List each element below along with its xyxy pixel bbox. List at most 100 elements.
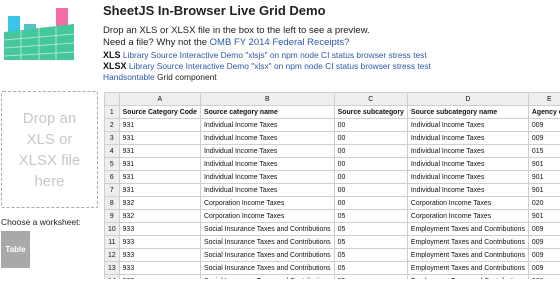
row-header[interactable]: 5	[104, 157, 120, 171]
grid-cell[interactable]: 015	[528, 144, 560, 158]
grid-cell[interactable]: Individual Income Taxes	[200, 118, 335, 132]
column-header-a[interactable]: A	[119, 92, 201, 106]
grid-cell[interactable]: Employment Taxes and Contributions	[407, 235, 529, 249]
grid-cell[interactable]: Social Insurance Taxes and Contributions	[200, 248, 335, 262]
grid-cell[interactable]: 901	[528, 157, 560, 171]
grid-cell[interactable]: 931	[119, 144, 201, 158]
row-header[interactable]: 10	[104, 222, 120, 236]
column-header-b[interactable]: B	[200, 92, 335, 106]
file-drop-zone[interactable]: Drop an XLS or XLSX file here	[1, 91, 98, 208]
row-header[interactable]: 2	[104, 118, 120, 132]
grid-cell[interactable]: Corporation Income Taxes	[407, 196, 529, 210]
row-header[interactable]: 3	[104, 131, 120, 145]
sample-file-link[interactable]: OMB FY 2014 Federal Receipts?	[210, 37, 350, 48]
table-row: 10 933 Social Insurance Taxes and Contribu…	[104, 222, 560, 236]
row-header[interactable]: 1	[104, 105, 120, 119]
grid-cell[interactable]: Social Insurance Taxes and Contributions	[200, 222, 335, 236]
row-header[interactable]: 4	[104, 144, 120, 158]
grid-cell[interactable]: 05	[334, 274, 408, 279]
grid-cell[interactable]: 009	[528, 274, 560, 279]
grid-cell[interactable]: 931	[119, 170, 201, 184]
intro-line-2: Need a file? Why not the OMB FY 2014 Fed…	[103, 37, 370, 49]
grid-cell[interactable]: 901	[528, 183, 560, 197]
grid-cell[interactable]: 933	[119, 235, 201, 249]
grid-cell[interactable]: Individual Income Taxes	[200, 170, 335, 184]
grid-cell[interactable]: Agency co	[528, 105, 560, 119]
grid-cell[interactable]: 00	[334, 131, 408, 145]
grid-cell[interactable]: 931	[119, 118, 201, 132]
grid-cell[interactable]: 931	[119, 183, 201, 197]
data-grid[interactable]: A B C D E 1 Source Category Code Source ca…	[104, 92, 560, 279]
grid-cell[interactable]: 009	[528, 261, 560, 275]
grid-cell[interactable]: 009	[528, 131, 560, 145]
grid-cell[interactable]: 05	[334, 222, 408, 236]
grid-cell[interactable]: Individual Income Taxes	[407, 118, 529, 132]
grid-cell[interactable]: Source subcategory	[334, 105, 408, 119]
column-header-c[interactable]: C	[334, 92, 408, 106]
grid-cell[interactable]: 05	[334, 209, 408, 223]
grid-cell[interactable]: 05	[334, 261, 408, 275]
grid-cell[interactable]: Employment Taxes and Contributions	[407, 248, 529, 262]
grid-cell[interactable]: 00	[334, 157, 408, 171]
grid-cell[interactable]: 933	[119, 248, 201, 262]
xls-links[interactable]: Library Source Interactive Demo "xlsjs" …	[123, 50, 427, 60]
grid-cell[interactable]: 00	[334, 183, 408, 197]
grid-cell[interactable]: 901	[528, 170, 560, 184]
grid-cell[interactable]: 00	[334, 144, 408, 158]
grid-cell[interactable]: Individual Income Taxes	[407, 170, 529, 184]
table-row: 9 932 Corporation Income Taxes 05 Corporatio…	[104, 209, 560, 223]
row-header[interactable]: 12	[104, 248, 120, 262]
grid-cell[interactable]: 932	[119, 196, 201, 210]
row-header[interactable]: 6	[104, 170, 120, 184]
row-header[interactable]: 11	[104, 235, 120, 249]
grid-cell[interactable]: Corporation Income Taxes	[407, 209, 529, 223]
grid-corner[interactable]	[104, 92, 120, 106]
row-header[interactable]: 7	[104, 183, 120, 197]
grid-cell[interactable]: 009	[528, 235, 560, 249]
row-header[interactable]: 14	[104, 274, 120, 279]
grid-cell[interactable]: 009	[528, 222, 560, 236]
grid-cell[interactable]: 05	[334, 248, 408, 262]
grid-cell[interactable]: Employment Taxes and Contributions	[407, 222, 529, 236]
grid-cell[interactable]: 933	[119, 222, 201, 236]
grid-cell[interactable]: Individual Income Taxes	[200, 183, 335, 197]
grid-cell[interactable]: Social Insurance Taxes and Contributions	[200, 261, 335, 275]
grid-cell[interactable]: 931	[119, 131, 201, 145]
grid-cell[interactable]: Source subcategory name	[407, 105, 529, 119]
grid-cell[interactable]: Individual Income Taxes	[407, 183, 529, 197]
grid-cell[interactable]: 00	[334, 118, 408, 132]
column-header-e[interactable]: E	[528, 92, 560, 106]
grid-cell[interactable]: Individual Income Taxes	[200, 157, 335, 171]
row-header[interactable]: 13	[104, 261, 120, 275]
grid-cell[interactable]: Source Category Code	[119, 105, 201, 119]
handsontable-link[interactable]: Handsontable	[103, 72, 155, 82]
row-header[interactable]: 8	[104, 196, 120, 210]
grid-cell[interactable]: 009	[528, 248, 560, 262]
grid-cell[interactable]: 009	[528, 118, 560, 132]
grid-cell[interactable]: 00	[334, 170, 408, 184]
grid-cell[interactable]: Employment Taxes and Contributions	[407, 261, 529, 275]
grid-cell[interactable]: Employment Taxes and Contributions	[407, 274, 529, 279]
grid-cell[interactable]: Social Insurance Taxes and Contributions	[200, 274, 335, 279]
grid-cell[interactable]: Individual Income Taxes	[407, 144, 529, 158]
grid-cell[interactable]: 933	[119, 274, 201, 279]
grid-cell[interactable]: 901	[528, 209, 560, 223]
grid-cell[interactable]: 00	[334, 196, 408, 210]
grid-cell[interactable]: 932	[119, 209, 201, 223]
grid-cell[interactable]: 020	[528, 196, 560, 210]
grid-cell[interactable]: Individual Income Taxes	[200, 144, 335, 158]
worksheet-button-table[interactable]: Table	[1, 231, 30, 268]
row-header[interactable]: 9	[104, 209, 120, 223]
grid-cell[interactable]: Individual Income Taxes	[407, 157, 529, 171]
grid-cell[interactable]: Individual Income Taxes	[200, 131, 335, 145]
grid-cell[interactable]: Corporation Income Taxes	[200, 209, 335, 223]
xlsx-links[interactable]: Library Source Interactive Demo "xlsx" o…	[129, 61, 431, 71]
grid-cell[interactable]: 933	[119, 261, 201, 275]
grid-cell[interactable]: Corporation Income Taxes	[200, 196, 335, 210]
column-header-d[interactable]: D	[407, 92, 529, 106]
grid-cell[interactable]: 05	[334, 235, 408, 249]
grid-cell[interactable]: Social Insurance Taxes and Contributions	[200, 235, 335, 249]
grid-cell[interactable]: Individual Income Taxes	[407, 131, 529, 145]
grid-cell[interactable]: 931	[119, 157, 201, 171]
grid-cell[interactable]: Source category name	[200, 105, 335, 119]
